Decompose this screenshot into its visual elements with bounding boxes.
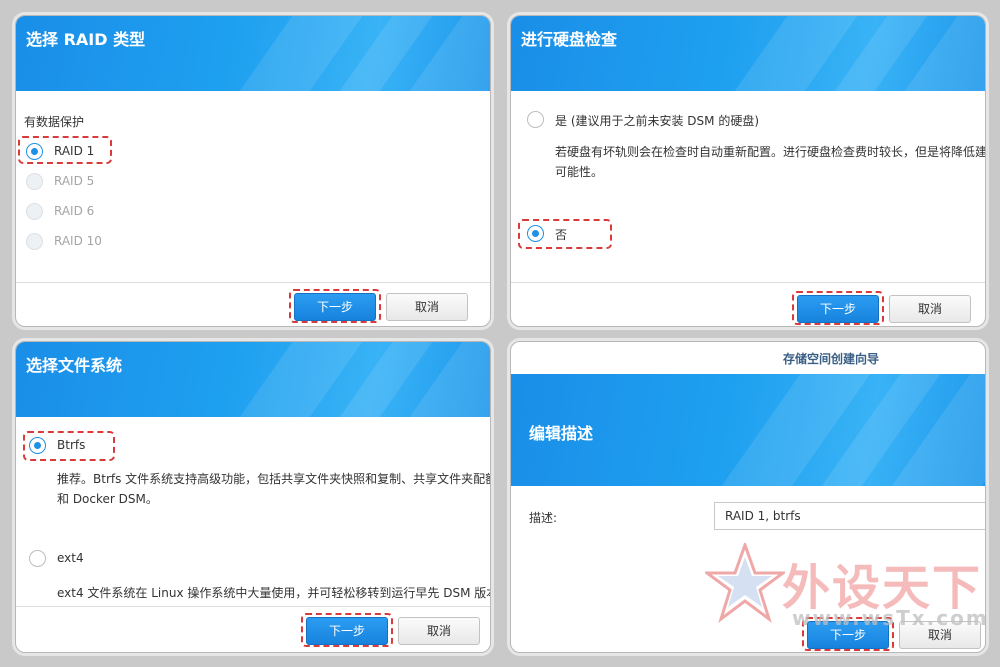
radio-raid10[interactable] — [26, 233, 43, 250]
next-button[interactable]: 下一步 — [294, 293, 376, 321]
cancel-button[interactable]: 取消 — [889, 295, 971, 323]
option-yes-description: 可能性。 — [555, 165, 604, 179]
file-system-panel: 选择文件系统 Btrfs 推荐。Btrfs 文件系统支持高级功能，包括共享文件夹… — [15, 341, 491, 653]
option-label: RAID 1 — [54, 144, 95, 158]
footer-divider — [511, 282, 985, 283]
next-button[interactable]: 下一步 — [306, 617, 388, 645]
cancel-button[interactable]: 取消 — [398, 617, 480, 645]
ext4-description: ext4 文件系统在 Linux 操作系统中大量使用，并可轻松移转到运行早先 D… — [57, 586, 491, 600]
wizard-window-title: 存储空间创建向导 — [782, 352, 879, 366]
watermark-url: www.wsTx.com — [792, 606, 989, 630]
footer-divider — [16, 606, 490, 607]
panel-banner: 进行硬盘检查 — [511, 16, 985, 91]
option-yes-label: 是 (建议用于之前未安装 DSM 的硬盘) — [555, 114, 760, 128]
watermark-star-icon — [705, 543, 785, 623]
description-input[interactable]: RAID 1, btrfs — [714, 502, 985, 530]
next-button[interactable]: 下一步 — [797, 295, 879, 323]
panel-banner: 编辑描述 — [511, 374, 985, 486]
radio-check-no[interactable] — [527, 225, 544, 242]
radio-ext4[interactable] — [29, 550, 46, 567]
option-yes-description: 若硬盘有坏轨则会在检查时自动重新配置。进行硬盘检查费时较长，但是将降低建 — [555, 145, 986, 159]
disk-check-panel: 进行硬盘检查 是 (建议用于之前未安装 DSM 的硬盘) 若硬盘有坏轨则会在检查… — [510, 15, 986, 327]
option-btrfs-label: Btrfs — [57, 438, 86, 452]
option-label: RAID 6 — [54, 204, 95, 218]
radio-raid6[interactable] — [26, 203, 43, 220]
footer-divider — [16, 282, 490, 283]
panel-title: 选择 RAID 类型 — [26, 30, 146, 49]
raid-type-panel: 选择 RAID 类型 有数据保护 RAID 1 RAID 5 RAID 6 RA… — [15, 15, 491, 327]
radio-raid1[interactable] — [26, 143, 43, 160]
panel-title: 进行硬盘检查 — [521, 30, 618, 49]
radio-raid5[interactable] — [26, 173, 43, 190]
option-label: RAID 10 — [54, 234, 102, 248]
radio-btrfs[interactable] — [29, 437, 46, 454]
option-ext4-label: ext4 — [57, 551, 84, 565]
panel-title: 选择文件系统 — [26, 356, 123, 375]
panel-title: 编辑描述 — [529, 424, 594, 443]
panel-banner: 选择 RAID 类型 — [16, 16, 490, 91]
description-label: 描述: — [529, 511, 558, 525]
btrfs-description: 和 Docker DSM。 — [57, 492, 158, 506]
option-no-label: 否 — [555, 228, 568, 242]
section-label: 有数据保护 — [24, 115, 85, 129]
btrfs-description: 推荐。Btrfs 文件系统支持高级功能，包括共享文件夹快照和复制、共享文件夹配额 — [57, 472, 491, 486]
radio-check-yes[interactable] — [527, 111, 544, 128]
option-label: RAID 5 — [54, 174, 95, 188]
cancel-button[interactable]: 取消 — [386, 293, 468, 321]
panel-banner: 选择文件系统 — [16, 342, 490, 417]
